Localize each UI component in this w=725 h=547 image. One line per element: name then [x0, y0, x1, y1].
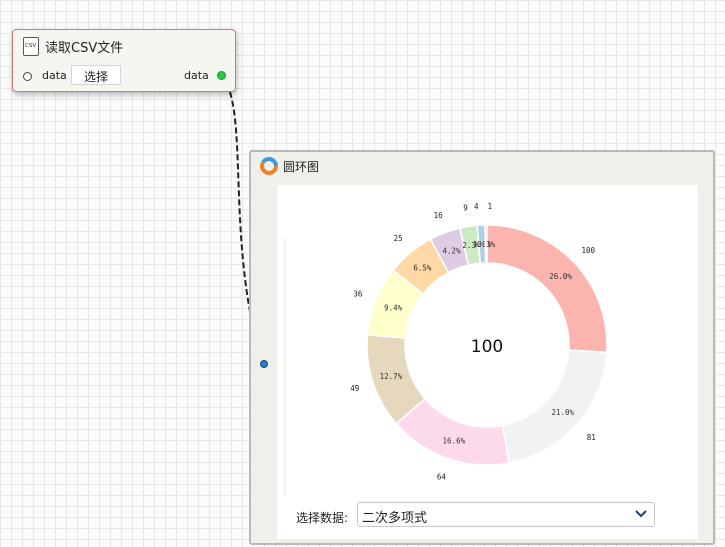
- donut-node-title: 圆环图: [283, 159, 320, 174]
- slice-percent-label-6: 4.2%: [442, 246, 461, 255]
- slice-percent-label-5: 6.5%: [413, 263, 432, 272]
- slice-percent-label-3: 12.7%: [380, 372, 403, 381]
- slice-value-label-4: 36: [353, 290, 363, 299]
- donut-input-port-icon[interactable]: [260, 360, 268, 368]
- donut-chart-icon: [260, 157, 278, 175]
- csv-node-title: 读取CSV文件: [45, 40, 124, 56]
- output-port-label: data: [184, 69, 209, 82]
- slice-value-label-6: 16: [434, 211, 444, 220]
- donut-node-header: 圆环图: [259, 156, 319, 176]
- donut-chart-panel: 26.0% 100 21.0% 81 16.6% 64 12.7% 49 9.4% 36 6.5% 2…: [277, 185, 698, 539]
- csv-file-icon: CSV: [23, 36, 39, 56]
- slice-value-label-0: 100: [581, 246, 595, 255]
- slice-value-label-3: 49: [350, 384, 359, 393]
- input-port-label: data: [42, 69, 67, 82]
- slice-value-label-5: 25: [394, 234, 403, 243]
- donut-chart: 26.0% 100 21.0% 81 16.6% 64 12.7% 49 9.4% 36 6.5% 2…: [284, 202, 608, 495]
- input-port-icon[interactable]: [23, 72, 32, 81]
- donut-slice-0[interactable]: [486, 224, 608, 354]
- dropdown-selected-value: 二次多项式: [362, 511, 428, 526]
- slice-value-label-2: 64: [437, 472, 447, 481]
- slice-value-label-1: 81: [587, 433, 596, 442]
- slice-percent-label-0: 26.0%: [549, 272, 572, 281]
- slice-percent-label-9: 0.3%: [477, 240, 496, 249]
- output-port-icon[interactable]: [217, 71, 226, 80]
- select-data-label: 选择数据:: [296, 511, 349, 525]
- slice-value-label-7: 9: [463, 204, 468, 213]
- select-file-button[interactable]: 选择: [71, 65, 121, 85]
- chevron-down-icon: [635, 510, 647, 518]
- slice-percent-label-1: 21.0%: [551, 408, 574, 417]
- slice-value-label-8: 4: [474, 202, 479, 211]
- slice-value-label-9: 1: [488, 202, 493, 211]
- donut-slice-1[interactable]: [501, 349, 608, 464]
- csv-node-header: CSV 读取CSV文件: [23, 35, 123, 57]
- slice-percent-label-4: 9.4%: [384, 304, 403, 313]
- csv-node-port-row: data 选择 data: [13, 65, 235, 87]
- csv-reader-node[interactable]: CSV 读取CSV文件 data 选择 data: [12, 29, 236, 92]
- slice-percent-label-2: 16.6%: [443, 436, 466, 445]
- donut-center-label: 100: [471, 337, 503, 357]
- data-select-dropdown[interactable]: 二次多项式: [357, 502, 655, 527]
